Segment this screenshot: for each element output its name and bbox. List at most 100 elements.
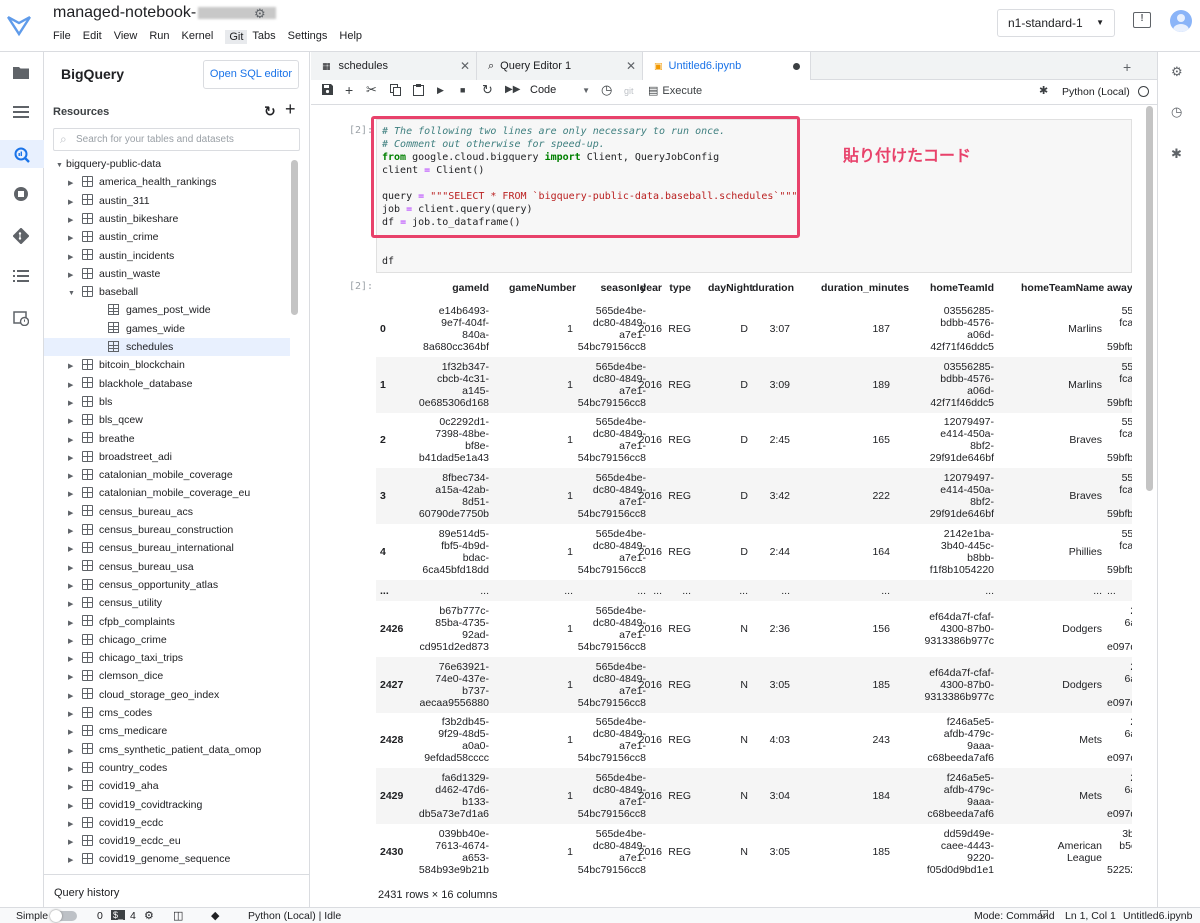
chevron-down-icon[interactable]: ▼ <box>68 285 78 303</box>
chevron-right-icon[interactable]: ▶ <box>68 450 78 468</box>
tree-item[interactable]: ▶ covid19_covidtracking <box>44 796 290 814</box>
chevron-right-icon[interactable]: ▶ <box>68 432 78 450</box>
tree-scrollbar[interactable] <box>291 160 298 315</box>
kernel-name[interactable]: Python (Local) <box>1062 86 1130 98</box>
cursor-position[interactable]: Ln 1, Col 1 <box>1065 910 1116 922</box>
add-cell-icon[interactable]: + <box>345 82 353 98</box>
menu-kernel[interactable]: Kernel <box>182 30 221 44</box>
tree-item[interactable]: ▶ census_bureau_acs <box>44 503 290 521</box>
clock-icon[interactable]: ◷ <box>601 82 612 98</box>
restart-icon[interactable]: ↻ <box>482 82 493 98</box>
tree-item[interactable]: ▶ chicago_crime <box>44 631 290 649</box>
menu-git[interactable]: Git <box>225 30 248 44</box>
menu-view[interactable]: View <box>114 30 145 44</box>
query-history-link[interactable]: Query history <box>54 887 119 899</box>
tree-item[interactable]: ▶ austin_crime <box>44 228 290 246</box>
chevron-right-icon[interactable]: ▶ <box>68 377 78 395</box>
kernel-chip-icon[interactable]: ⚙ <box>144 909 154 922</box>
tree-item[interactable]: ▶ bitcoin_blockchain <box>44 356 290 374</box>
add-tab-icon[interactable]: + <box>1123 59 1131 75</box>
stop-circle-icon[interactable] <box>11 186 31 206</box>
run-icon[interactable]: ▶ <box>437 85 444 96</box>
tree-item[interactable]: ▶ covid19_genome_sequence <box>44 850 290 867</box>
tree-item[interactable]: ▶ census_bureau_international <box>44 539 290 557</box>
git-icon[interactable] <box>11 227 31 248</box>
git-label[interactable]: git <box>624 86 634 96</box>
settings-gears-icon[interactable]: ⚙ <box>1171 64 1183 80</box>
git-status-icon[interactable]: ◆ <box>211 909 219 922</box>
tree-item[interactable]: ▼ baseball <box>44 283 290 301</box>
chevron-right-icon[interactable]: ▶ <box>68 249 78 267</box>
tree-item[interactable]: ▶ census_bureau_construction <box>44 521 290 539</box>
chevron-right-icon[interactable]: ▶ <box>68 724 78 742</box>
tab-schedules[interactable]: ▦ schedules ✕ <box>311 52 477 80</box>
open-sql-editor-button[interactable]: Open SQL editor <box>203 60 299 89</box>
cut-icon[interactable]: ✂ <box>366 82 377 98</box>
chevron-right-icon[interactable]: ▶ <box>68 413 78 431</box>
scheduled-calendar-icon[interactable] <box>11 310 31 330</box>
chevron-right-icon[interactable]: ▶ <box>68 468 78 486</box>
table-of-contents-icon[interactable] <box>11 268 31 288</box>
chevron-right-icon[interactable]: ▶ <box>68 267 78 285</box>
tab-query-editor[interactable]: ⌕ Query Editor 1 ✕ <box>477 52 643 80</box>
debugger-icon[interactable]: ✱ <box>1171 146 1182 162</box>
tree-item[interactable]: ▶ cms_synthetic_patient_data_omop <box>44 741 290 759</box>
tree-item[interactable]: ▶ cms_codes <box>44 704 290 722</box>
tree-item[interactable]: schedules <box>44 338 290 356</box>
history-icon[interactable]: ◷ <box>1171 104 1182 120</box>
menu-help[interactable]: Help <box>339 30 369 44</box>
tree-item[interactable]: ▶ covid19_ecdc <box>44 814 290 832</box>
chevron-right-icon[interactable]: ▶ <box>68 486 78 504</box>
bigquery-icon[interactable] <box>0 140 44 168</box>
tree-item[interactable]: ▶ covid19_aha <box>44 777 290 795</box>
menu-settings[interactable]: Settings <box>288 30 335 44</box>
chevron-right-icon[interactable]: ▶ <box>68 834 78 852</box>
chevron-right-icon[interactable]: ▶ <box>68 358 78 376</box>
chevron-right-icon[interactable]: ▶ <box>68 578 78 596</box>
chevron-right-icon[interactable]: ▶ <box>68 816 78 834</box>
chevron-right-icon[interactable]: ▶ <box>68 212 78 230</box>
tree-item[interactable]: ▶ austin_incidents <box>44 247 290 265</box>
chevron-right-icon[interactable]: ▶ <box>68 395 78 413</box>
chevron-right-icon[interactable]: ▶ <box>68 688 78 706</box>
fast-forward-icon[interactable]: ▶▶ <box>505 84 520 95</box>
chevron-right-icon[interactable]: ▶ <box>68 523 78 541</box>
bug-icon[interactable]: ✱ <box>1039 84 1048 97</box>
simple-mode-toggle[interactable] <box>50 910 77 922</box>
tree-item[interactable]: ▶ country_codes <box>44 759 290 777</box>
chevron-right-icon[interactable]: ▶ <box>68 230 78 248</box>
folder-icon[interactable] <box>11 64 31 84</box>
tree-item[interactable]: ▶ census_bureau_usa <box>44 558 290 576</box>
close-icon[interactable]: ✕ <box>626 52 636 80</box>
chevron-right-icon[interactable]: ▶ <box>68 761 78 779</box>
tab-untitled6[interactable]: ▣ Untitled6.ipynb <box>643 52 811 81</box>
tree-item[interactable]: ▶ census_utility <box>44 594 290 612</box>
tree-item[interactable]: ▶ covid19_ecdc_eu <box>44 832 290 850</box>
tree-item[interactable]: ▶ chicago_taxi_trips <box>44 649 290 667</box>
feedback-icon[interactable]: ! <box>1133 12 1151 28</box>
menu-edit[interactable]: Edit <box>83 30 109 44</box>
metrics-icon[interactable]: ◫ <box>173 909 183 922</box>
chevron-right-icon[interactable]: ▶ <box>68 743 78 761</box>
chevron-right-icon[interactable]: ▶ <box>68 615 78 633</box>
refresh-icon[interactable]: ↻ <box>264 103 276 120</box>
close-icon[interactable]: ✕ <box>460 52 470 80</box>
tree-item[interactable]: ▶ census_opportunity_atlas <box>44 576 290 594</box>
cell-type-select[interactable]: Code ▼ <box>530 84 590 96</box>
tree-item[interactable]: ▼ bigquery-public-data <box>44 155 290 173</box>
tree-item[interactable]: ▶ bls_qcew <box>44 411 290 429</box>
chevron-down-icon[interactable]: ▼ <box>56 157 66 175</box>
tree-item[interactable]: ▶ austin_bikeshare <box>44 210 290 228</box>
tree-item[interactable]: ▶ cloud_storage_geo_index <box>44 686 290 704</box>
tree-item[interactable]: ▶ catalonian_mobile_coverage_eu <box>44 484 290 502</box>
tree-item[interactable]: ▶ blackhole_database <box>44 375 290 393</box>
add-icon[interactable]: + <box>285 99 296 120</box>
chevron-right-icon[interactable]: ▶ <box>68 651 78 669</box>
tree-item[interactable]: ▶ austin_311 <box>44 192 290 210</box>
menu-run[interactable]: Run <box>149 30 176 44</box>
execute-button[interactable]: ▤ Execute <box>648 84 702 97</box>
copy-icon[interactable] <box>390 84 401 99</box>
stop-icon[interactable]: ■ <box>460 85 465 95</box>
chevron-right-icon[interactable]: ▶ <box>68 852 78 867</box>
chevron-right-icon[interactable]: ▶ <box>68 669 78 687</box>
